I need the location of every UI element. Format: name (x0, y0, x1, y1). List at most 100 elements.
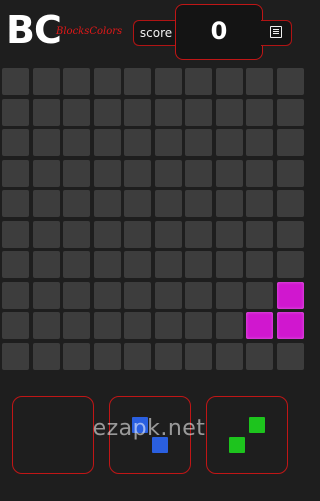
board-cell[interactable] (185, 159, 212, 187)
board-cell[interactable] (154, 190, 182, 217)
board-cell-filled[interactable] (276, 281, 304, 309)
board-cell[interactable] (32, 190, 60, 217)
board-cell[interactable] (276, 98, 304, 126)
board-cell[interactable] (246, 251, 273, 278)
board-cell[interactable] (154, 251, 182, 278)
board-cell[interactable] (276, 190, 304, 217)
board-cell[interactable] (276, 251, 304, 278)
board-cell[interactable] (2, 98, 29, 126)
board-cell[interactable] (246, 190, 273, 217)
board-cell[interactable] (154, 159, 182, 187)
board-cell[interactable] (185, 220, 212, 248)
menu-button[interactable] (266, 24, 286, 40)
board-cell[interactable] (32, 68, 60, 95)
board-cell[interactable] (2, 251, 29, 278)
board-cell[interactable] (276, 68, 304, 95)
board-cell[interactable] (185, 342, 212, 370)
board-cell[interactable] (124, 281, 151, 309)
board-cell[interactable] (215, 68, 243, 95)
board-cell[interactable] (215, 312, 243, 339)
board-cell[interactable] (63, 312, 90, 339)
board-cell[interactable] (124, 68, 151, 95)
board-cell[interactable] (2, 68, 29, 95)
board-cell[interactable] (215, 251, 243, 278)
board-cell[interactable] (246, 342, 273, 370)
board-cell[interactable] (124, 129, 151, 156)
board-cell[interactable] (2, 129, 29, 156)
board-cell[interactable] (185, 281, 212, 309)
board-cell[interactable] (93, 98, 121, 126)
board-cell[interactable] (246, 220, 273, 248)
board-cell[interactable] (124, 251, 151, 278)
board-cell-filled[interactable] (246, 312, 273, 339)
board-cell[interactable] (276, 159, 304, 187)
board-cell[interactable] (32, 98, 60, 126)
board-cell[interactable] (2, 190, 29, 217)
piece-slot-1[interactable] (12, 396, 94, 474)
board-cell[interactable] (32, 251, 60, 278)
board-cell[interactable] (124, 312, 151, 339)
board-cell[interactable] (2, 312, 29, 339)
board-cell[interactable] (63, 281, 90, 309)
board-cell[interactable] (154, 98, 182, 126)
board-cell[interactable] (215, 98, 243, 126)
board-cell[interactable] (93, 251, 121, 278)
board-cell[interactable] (93, 129, 121, 156)
board-cell[interactable] (32, 312, 60, 339)
board-cell[interactable] (32, 281, 60, 309)
piece-slot-3[interactable] (206, 396, 288, 474)
board-cell[interactable] (246, 98, 273, 126)
board-cell[interactable] (246, 159, 273, 187)
board-cell[interactable] (63, 68, 90, 95)
board-cell[interactable] (93, 312, 121, 339)
board-cell[interactable] (32, 342, 60, 370)
board-cell[interactable] (276, 220, 304, 248)
board-cell[interactable] (185, 98, 212, 126)
piece-slot-2[interactable] (109, 396, 191, 474)
board-cell[interactable] (124, 159, 151, 187)
board-cell[interactable] (2, 281, 29, 309)
board-cell[interactable] (154, 129, 182, 156)
board-cell[interactable] (124, 98, 151, 126)
board-cell[interactable] (63, 190, 90, 217)
board-cell[interactable] (124, 342, 151, 370)
board-cell[interactable] (32, 159, 60, 187)
piece-block[interactable] (132, 417, 148, 433)
board-cell[interactable] (154, 312, 182, 339)
board-cell[interactable] (124, 190, 151, 217)
board-cell[interactable] (215, 281, 243, 309)
board-cell[interactable] (63, 220, 90, 248)
board-cell[interactable] (93, 281, 121, 309)
board-cell[interactable] (93, 220, 121, 248)
board-cell[interactable] (93, 342, 121, 370)
board-cell[interactable] (276, 342, 304, 370)
board-cell[interactable] (215, 220, 243, 248)
board-cell[interactable] (63, 251, 90, 278)
board-cell[interactable] (185, 68, 212, 95)
board-cell[interactable] (215, 159, 243, 187)
piece-block[interactable] (249, 417, 265, 433)
board-cell[interactable] (276, 129, 304, 156)
board-cell[interactable] (2, 220, 29, 248)
board-cell[interactable] (93, 68, 121, 95)
board-cell[interactable] (154, 342, 182, 370)
board-cell[interactable] (246, 129, 273, 156)
board-cell[interactable] (185, 129, 212, 156)
board-cell[interactable] (185, 312, 212, 339)
board-cell[interactable] (185, 190, 212, 217)
board-cell[interactable] (63, 342, 90, 370)
board-cell[interactable] (32, 129, 60, 156)
board-cell[interactable] (246, 281, 273, 309)
board-cell[interactable] (93, 159, 121, 187)
piece-block[interactable] (152, 437, 168, 453)
game-board[interactable] (0, 66, 304, 376)
board-cell[interactable] (215, 342, 243, 370)
board-cell[interactable] (124, 220, 151, 248)
board-cell[interactable] (154, 220, 182, 248)
board-cell[interactable] (215, 129, 243, 156)
board-cell[interactable] (154, 68, 182, 95)
board-cell[interactable] (2, 159, 29, 187)
board-cell[interactable] (246, 68, 273, 95)
board-cell[interactable] (63, 98, 90, 126)
board-cell-filled[interactable] (276, 312, 304, 339)
